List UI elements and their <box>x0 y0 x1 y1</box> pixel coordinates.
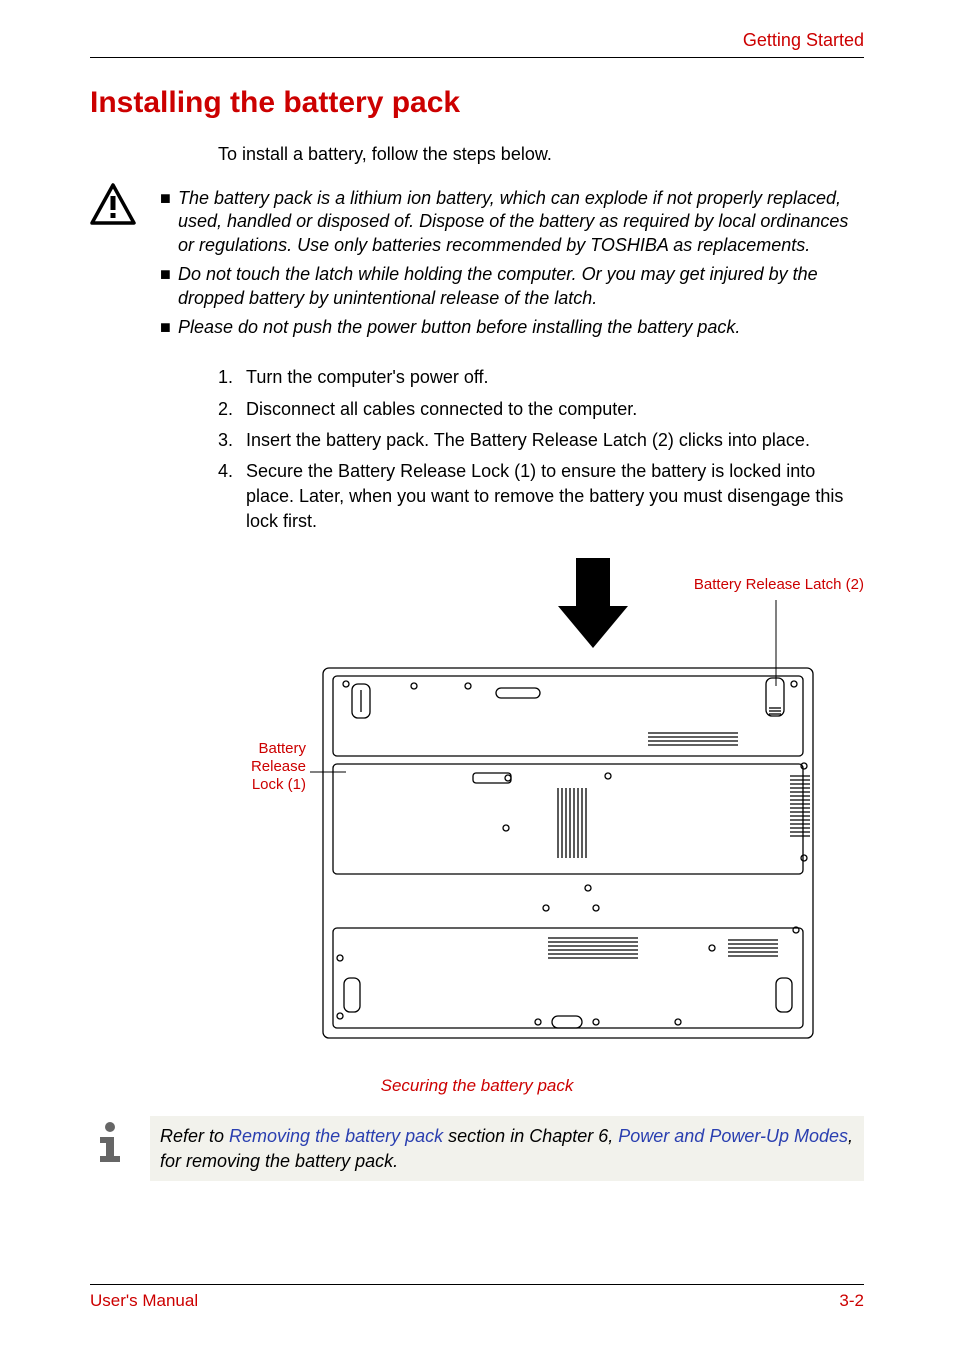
bullet-icon: ■ <box>160 263 178 310</box>
footer-rule <box>90 1284 864 1285</box>
step-item: 2. Disconnect all cables connected to th… <box>218 397 864 422</box>
intro-text: To install a battery, follow the steps b… <box>218 144 864 165</box>
step-number: 1. <box>218 365 246 390</box>
step-text: Secure the Battery Release Lock (1) to e… <box>246 459 864 535</box>
info-text-pre: Refer to <box>160 1126 229 1146</box>
warning-bullet: ■ The battery pack is a lithium ion batt… <box>160 187 854 257</box>
step-text: Disconnect all cables connected to the c… <box>246 397 864 422</box>
info-callout: Refer to Removing the battery pack secti… <box>90 1116 864 1181</box>
step-number: 4. <box>218 459 246 535</box>
step-item: 3. Insert the battery pack. The Battery … <box>218 428 864 453</box>
step-text: Turn the computer's power off. <box>246 365 864 390</box>
step-text: Insert the battery pack. The Battery Rel… <box>246 428 864 453</box>
header-rule <box>90 57 864 58</box>
step-item: 1. Turn the computer's power off. <box>218 365 864 390</box>
bullet-icon: ■ <box>160 187 178 257</box>
footer-left: User's Manual <box>90 1291 198 1311</box>
page-footer: User's Manual 3-2 <box>90 1284 864 1311</box>
warning-icon <box>90 179 150 353</box>
warning-callout: ■ The battery pack is a lithium ion batt… <box>90 179 864 353</box>
header-section: Getting Started <box>90 30 864 51</box>
page-root: Getting Started Installing the battery p… <box>0 0 954 1351</box>
page-title: Installing the battery pack <box>90 86 864 120</box>
warning-body: ■ The battery pack is a lithium ion batt… <box>150 179 864 353</box>
warning-text: Do not touch the latch while holding the… <box>178 263 854 310</box>
figure: Battery Release Latch (2) Battery Releas… <box>218 558 864 1068</box>
info-icon <box>90 1116 150 1181</box>
warning-text: The battery pack is a lithium ion batter… <box>178 187 854 257</box>
footer-page-number: 3-2 <box>839 1291 864 1311</box>
warning-bullet: ■ Do not touch the latch while holding t… <box>160 263 854 310</box>
step-list: 1. Turn the computer's power off. 2. Dis… <box>218 365 864 534</box>
warning-text: Please do not push the power button befo… <box>178 316 854 339</box>
step-number: 3. <box>218 428 246 453</box>
bullet-icon: ■ <box>160 316 178 339</box>
info-body: Refer to Removing the battery pack secti… <box>150 1116 864 1181</box>
info-text-mid: section in Chapter 6, <box>443 1126 618 1146</box>
step-number: 2. <box>218 397 246 422</box>
figure-caption: Securing the battery pack <box>90 1076 864 1096</box>
info-link-power[interactable]: Power and Power-Up Modes <box>618 1126 848 1146</box>
step-item: 4. Secure the Battery Release Lock (1) t… <box>218 459 864 535</box>
warning-bullet: ■ Please do not push the power button be… <box>160 316 854 339</box>
figure-svg <box>218 558 864 1068</box>
info-link-removing[interactable]: Removing the battery pack <box>229 1126 443 1146</box>
